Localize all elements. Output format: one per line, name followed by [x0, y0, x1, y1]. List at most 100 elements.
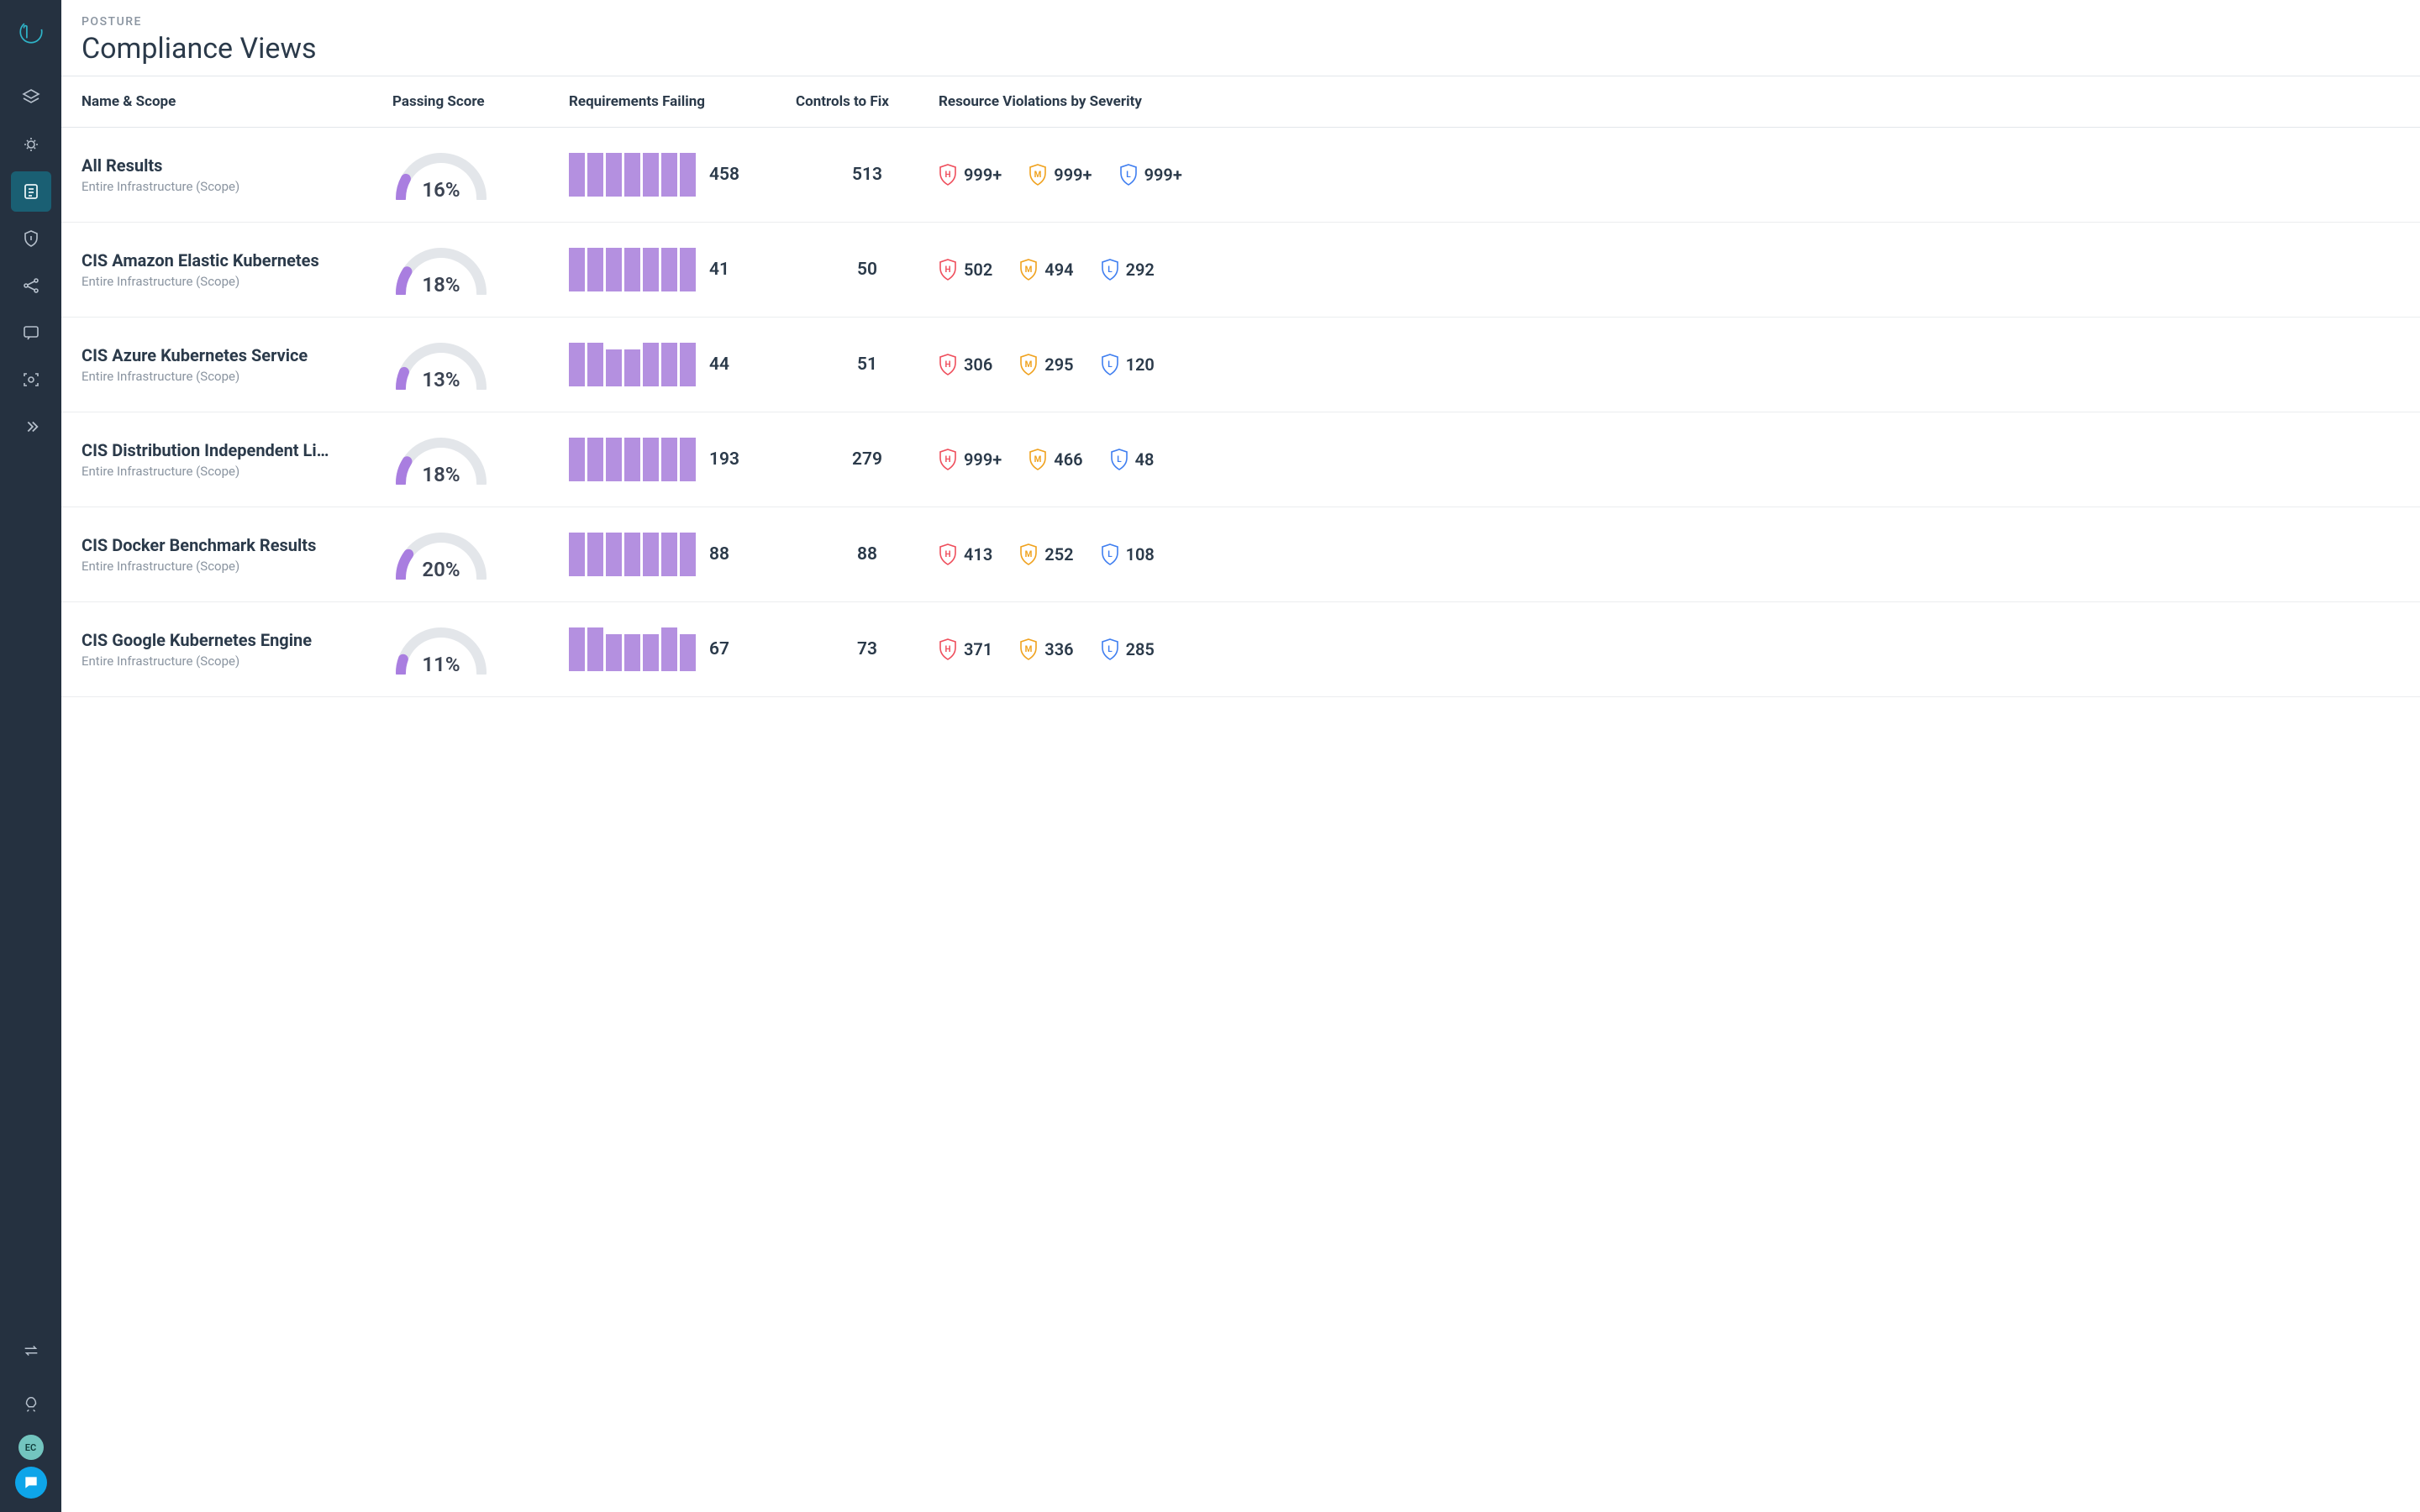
spark-bar	[587, 627, 603, 671]
severity-high: H 371	[939, 638, 992, 660]
spark-bar	[680, 248, 696, 291]
nav-sync[interactable]	[11, 1331, 51, 1371]
svg-text:H: H	[944, 360, 950, 370]
nav-policies[interactable]	[11, 218, 51, 259]
gauge: 13%	[392, 339, 490, 390]
gauge: 20%	[392, 529, 490, 580]
failing-count: 458	[709, 165, 739, 185]
failing-count: 44	[709, 354, 729, 375]
controls-cell: 50	[796, 260, 939, 280]
nav-launch[interactable]	[11, 1384, 51, 1425]
col-passing: Passing Score	[392, 93, 569, 110]
table-row[interactable]: CIS Google Kubernetes Engine Entire Infr…	[61, 602, 2420, 697]
spark-bar	[680, 634, 696, 671]
severity-high: H 999+	[939, 449, 1002, 470]
row-title: CIS Distribution Independent Li…	[82, 440, 350, 460]
nav-messages[interactable]	[11, 312, 51, 353]
name-cell: CIS Docker Benchmark Results Entire Infr…	[82, 535, 392, 574]
severity-low: L 285	[1101, 638, 1155, 660]
gauge-percent: 13%	[392, 368, 490, 391]
row-scope: Entire Infrastructure (Scope)	[82, 654, 392, 669]
nav-layers[interactable]	[11, 77, 51, 118]
severity-cell: H 502 M 494 L 292	[939, 259, 2400, 281]
table-row[interactable]: CIS Amazon Elastic Kubernetes Entire Inf…	[61, 223, 2420, 318]
nav-compliance[interactable]	[11, 171, 51, 212]
severity-low: L 292	[1101, 259, 1155, 281]
spark-bar	[680, 438, 696, 481]
main-content: POSTURE Compliance Views Name & Scope Pa…	[61, 0, 2420, 1512]
row-title: CIS Google Kubernetes Engine	[82, 630, 350, 650]
spark-bar	[643, 343, 659, 386]
spark-bar	[643, 153, 659, 197]
spark-bar	[606, 153, 622, 197]
row-title: CIS Azure Kubernetes Service	[82, 345, 350, 365]
gauge: 18%	[392, 434, 490, 485]
table-body: All Results Entire Infrastructure (Scope…	[61, 128, 2420, 697]
app-logo[interactable]	[14, 15, 48, 49]
spark-bar	[569, 533, 585, 576]
spark-bar	[569, 627, 585, 671]
failing-cell: 67	[569, 627, 796, 671]
help-chat[interactable]	[15, 1467, 47, 1499]
spark-bar	[643, 634, 659, 671]
passing-cell: 20%	[392, 529, 569, 580]
severity-medium: M 999+	[1028, 164, 1092, 186]
svg-text:H: H	[944, 455, 950, 465]
severity-high: H 999+	[939, 164, 1002, 186]
nav-capture[interactable]	[11, 360, 51, 400]
svg-text:L: L	[1107, 265, 1113, 275]
table-row[interactable]: CIS Distribution Independent Li… Entire …	[61, 412, 2420, 507]
svg-text:M: M	[1025, 550, 1033, 559]
user-avatar[interactable]: EC	[18, 1435, 44, 1460]
sparkline	[569, 533, 696, 576]
spark-bar	[606, 438, 622, 481]
spark-bar	[643, 438, 659, 481]
spark-bar	[587, 343, 603, 386]
svg-text:M: M	[1034, 455, 1042, 465]
spark-bar	[624, 533, 640, 576]
gauge-percent: 16%	[392, 178, 490, 202]
name-cell: All Results Entire Infrastructure (Scope…	[82, 155, 392, 194]
sparkline	[569, 438, 696, 481]
spark-bar	[624, 634, 640, 671]
table-row[interactable]: CIS Azure Kubernetes Service Entire Infr…	[61, 318, 2420, 412]
gauge-percent: 11%	[392, 653, 490, 676]
spark-bar	[680, 533, 696, 576]
table-header: Name & Scope Passing Score Requirements …	[61, 76, 2420, 128]
row-scope: Entire Infrastructure (Scope)	[82, 369, 392, 384]
breadcrumb: POSTURE	[82, 15, 2400, 29]
svg-text:L: L	[1107, 645, 1113, 654]
nav-network[interactable]	[11, 265, 51, 306]
controls-cell: 279	[796, 449, 939, 470]
nav-vulnerabilities[interactable]	[11, 124, 51, 165]
gauge-percent: 18%	[392, 463, 490, 486]
nav-expand[interactable]	[11, 407, 51, 447]
controls-cell: 51	[796, 354, 939, 375]
severity-cell: H 371 M 336 L 285	[939, 638, 2400, 660]
controls-cell: 88	[796, 544, 939, 564]
spark-bar	[569, 438, 585, 481]
spark-bar	[606, 349, 622, 386]
table-row[interactable]: CIS Docker Benchmark Results Entire Infr…	[61, 507, 2420, 602]
spark-bar	[606, 533, 622, 576]
passing-cell: 18%	[392, 434, 569, 485]
name-cell: CIS Amazon Elastic Kubernetes Entire Inf…	[82, 250, 392, 289]
table-row[interactable]: All Results Entire Infrastructure (Scope…	[61, 128, 2420, 223]
failing-cell: 193	[569, 438, 796, 481]
svg-text:M: M	[1034, 171, 1042, 180]
svg-text:M: M	[1025, 265, 1033, 275]
svg-text:L: L	[1117, 455, 1122, 465]
severity-high: H 306	[939, 354, 992, 375]
severity-low: L 108	[1101, 543, 1155, 565]
severity-cell: H 413 M 252 L 108	[939, 543, 2400, 565]
col-name: Name & Scope	[82, 93, 392, 110]
severity-medium: M 494	[1019, 259, 1073, 281]
row-scope: Entire Infrastructure (Scope)	[82, 559, 392, 574]
spark-bar	[624, 349, 640, 386]
gauge: 11%	[392, 624, 490, 675]
failing-cell: 41	[569, 248, 796, 291]
severity-low: L 48	[1110, 449, 1155, 470]
svg-text:M: M	[1025, 645, 1033, 654]
spark-bar	[569, 248, 585, 291]
svg-text:L: L	[1107, 360, 1113, 370]
